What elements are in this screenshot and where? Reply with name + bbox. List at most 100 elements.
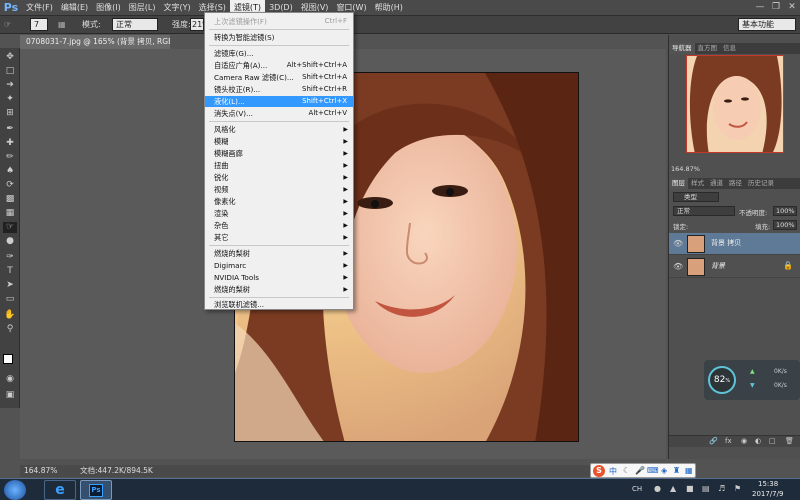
menu-item-render[interactable]: 渲染 ▶: [205, 208, 353, 219]
brush-panel-icon[interactable]: ▦: [58, 18, 66, 31]
workspace-select[interactable]: 基本功能: [738, 18, 796, 31]
navigator-thumbnail[interactable]: [686, 55, 784, 153]
menu-item-last-filter[interactable]: 上次滤镜操作(F) Ctrl+F: [205, 16, 353, 27]
flag-icon[interactable]: ⚑: [734, 484, 741, 493]
sogou-logo-icon[interactable]: S: [593, 465, 605, 477]
tray-icon[interactable]: ●: [654, 484, 661, 493]
tray-icon[interactable]: ▲: [670, 484, 676, 493]
menu-item-lens-correction[interactable]: 镜头校正(R)... Shift+Ctrl+R: [205, 84, 353, 95]
hand-tool-icon[interactable]: ✋: [3, 310, 17, 321]
trash-icon[interactable]: 🗑: [785, 437, 794, 445]
menu-item-video[interactable]: 视频 ▶: [205, 184, 353, 195]
marquee-tool-icon[interactable]: □: [3, 66, 17, 77]
brush-size-picker[interactable]: 7: [30, 18, 48, 31]
link-icon[interactable]: 🔗: [709, 437, 718, 445]
history-brush-tool-icon[interactable]: ⟳: [3, 180, 17, 191]
mode-select[interactable]: 正常: [112, 18, 158, 31]
layer-row[interactable]: 👁 背景 🔒: [669, 256, 800, 278]
menu-item-blur[interactable]: 模糊 ▶: [205, 136, 353, 147]
memory-gauge[interactable]: 82%: [708, 366, 736, 394]
adjustment-icon[interactable]: ◐: [755, 437, 761, 445]
network-icon[interactable]: ▤: [702, 484, 710, 493]
restore-icon[interactable]: ❐: [768, 0, 784, 14]
microphone-icon[interactable]: 🎤: [635, 466, 645, 475]
menu-item-browse-online[interactable]: 浏览联机滤镜...: [205, 299, 353, 310]
strength-input[interactable]: 21%: [190, 18, 210, 31]
lasso-tool-icon[interactable]: ➔: [3, 80, 17, 91]
smudge-tool-icon[interactable]: ☞: [3, 222, 17, 233]
menu-item-other[interactable]: 其它 ▶: [205, 232, 353, 243]
fill-input[interactable]: 100%: [773, 220, 797, 230]
stamp-tool-icon[interactable]: ♠: [3, 166, 17, 177]
photoshop-taskbar-button[interactable]: Ps: [80, 480, 112, 500]
layer-name[interactable]: 背景: [711, 261, 725, 271]
layer-row[interactable]: 👁 背景 拷贝: [669, 233, 800, 255]
type-tool-icon[interactable]: T: [3, 266, 17, 277]
healing-tool-icon[interactable]: ✚: [3, 138, 17, 149]
clock-time[interactable]: 15:38: [758, 480, 778, 488]
menu-item-blur-gallery[interactable]: 模糊画廊 ▶: [205, 148, 353, 159]
menu-item-sharpen[interactable]: 锐化 ▶: [205, 172, 353, 183]
menu-item-smart-filter[interactable]: 转换为智能滤镜(S): [205, 32, 353, 43]
menu-item-camera-raw[interactable]: Camera Raw 滤镜(C)... Shift+Ctrl+A: [205, 72, 353, 83]
skin-icon[interactable]: ◈: [661, 466, 667, 475]
gradient-tool-icon[interactable]: ▦: [3, 208, 17, 219]
menu-item-stylize[interactable]: 风格化 ▶: [205, 124, 353, 135]
menu-item-distort[interactable]: 扭曲 ▶: [205, 160, 353, 171]
path-select-tool-icon[interactable]: ➤: [3, 280, 17, 291]
menu-item-pixelate[interactable]: 像素化 ▶: [205, 196, 353, 207]
menu-file[interactable]: 文件(F): [22, 0, 57, 16]
document-tab[interactable]: 0708031-7.jpg @ 165% (背景 拷贝, RGB/8#) *: [20, 35, 170, 49]
ie-taskbar-icon[interactable]: e: [44, 480, 76, 500]
quick-mask-icon[interactable]: ◉: [3, 374, 17, 385]
ime-language[interactable]: 中: [609, 466, 617, 477]
minimize-icon[interactable]: —: [752, 0, 768, 14]
opacity-input[interactable]: 100%: [773, 206, 797, 216]
eye-icon[interactable]: 👁: [673, 262, 683, 271]
eyedropper-tool-icon[interactable]: ✒: [3, 124, 17, 135]
smudge-tool-icon[interactable]: ☞: [4, 18, 11, 31]
blend-mode-select[interactable]: 正常: [673, 206, 735, 216]
tab-channels[interactable]: 通道: [707, 178, 726, 189]
crop-tool-icon[interactable]: ⊞: [3, 108, 17, 119]
tray-icon[interactable]: ■: [686, 484, 694, 493]
tab-paths[interactable]: 路径: [726, 178, 745, 189]
tab-histogram[interactable]: 直方图: [695, 43, 721, 54]
moon-icon[interactable]: ☾: [623, 466, 630, 475]
volume-icon[interactable]: ♬: [718, 484, 725, 493]
screen-mode-icon[interactable]: ▣: [3, 390, 17, 401]
menu-item-noise[interactable]: 杂色 ▶: [205, 220, 353, 231]
mask-icon[interactable]: ◉: [741, 437, 747, 445]
foreground-color-swatch[interactable]: [3, 354, 13, 364]
menu-item-plugin-2[interactable]: 燃烧的梨树 ▶: [205, 284, 353, 295]
move-tool-icon[interactable]: ✥: [3, 52, 17, 63]
shape-tool-icon[interactable]: ▭: [3, 294, 17, 305]
shirt-icon[interactable]: ♜: [673, 466, 680, 475]
navigator-zoom[interactable]: 164.87%: [671, 165, 700, 173]
start-button[interactable]: [4, 480, 26, 500]
quick-select-tool-icon[interactable]: ✦: [3, 94, 17, 105]
menu-item-adaptive-wide-angle[interactable]: 自适应广角(A)... Alt+Shift+Ctrl+A: [205, 60, 353, 71]
menu-type[interactable]: 文字(Y): [159, 0, 194, 16]
menu-item-plugin-1[interactable]: 燃烧的梨树 ▶: [205, 248, 353, 259]
ime-toolbar[interactable]: S 中 ☾ 🎤 ⌨ ◈ ♜ ▦: [590, 463, 696, 478]
tab-navigator[interactable]: 导航器: [669, 43, 695, 54]
tab-info[interactable]: 信息: [720, 43, 739, 54]
close-icon[interactable]: ✕: [784, 0, 800, 14]
menu-help[interactable]: 帮助(H): [371, 0, 407, 16]
keyboard-icon[interactable]: ⌨: [647, 466, 659, 475]
tab-styles[interactable]: 样式: [688, 178, 707, 189]
eraser-tool-icon[interactable]: ▩: [3, 194, 17, 205]
eye-icon[interactable]: 👁: [673, 239, 683, 248]
fx-icon[interactable]: fx: [725, 437, 732, 445]
dodge-tool-icon[interactable]: ●: [3, 236, 17, 247]
menu-item-filter-gallery[interactable]: 滤镜库(G)...: [205, 48, 353, 59]
menu-item-liquify[interactable]: 液化(L)... Shift+Ctrl+X: [205, 96, 353, 107]
brush-tool-icon[interactable]: ✏: [3, 152, 17, 163]
zoom-tool-icon[interactable]: ⚲: [3, 324, 17, 335]
menu-item-digimarc[interactable]: Digimarc ▶: [205, 260, 353, 271]
pen-tool-icon[interactable]: ✑: [3, 252, 17, 263]
tab-layers[interactable]: 图层: [669, 178, 688, 189]
new-layer-icon[interactable]: □: [769, 437, 776, 445]
menu-item-vanishing-point[interactable]: 消失点(V)... Alt+Ctrl+V: [205, 108, 353, 119]
